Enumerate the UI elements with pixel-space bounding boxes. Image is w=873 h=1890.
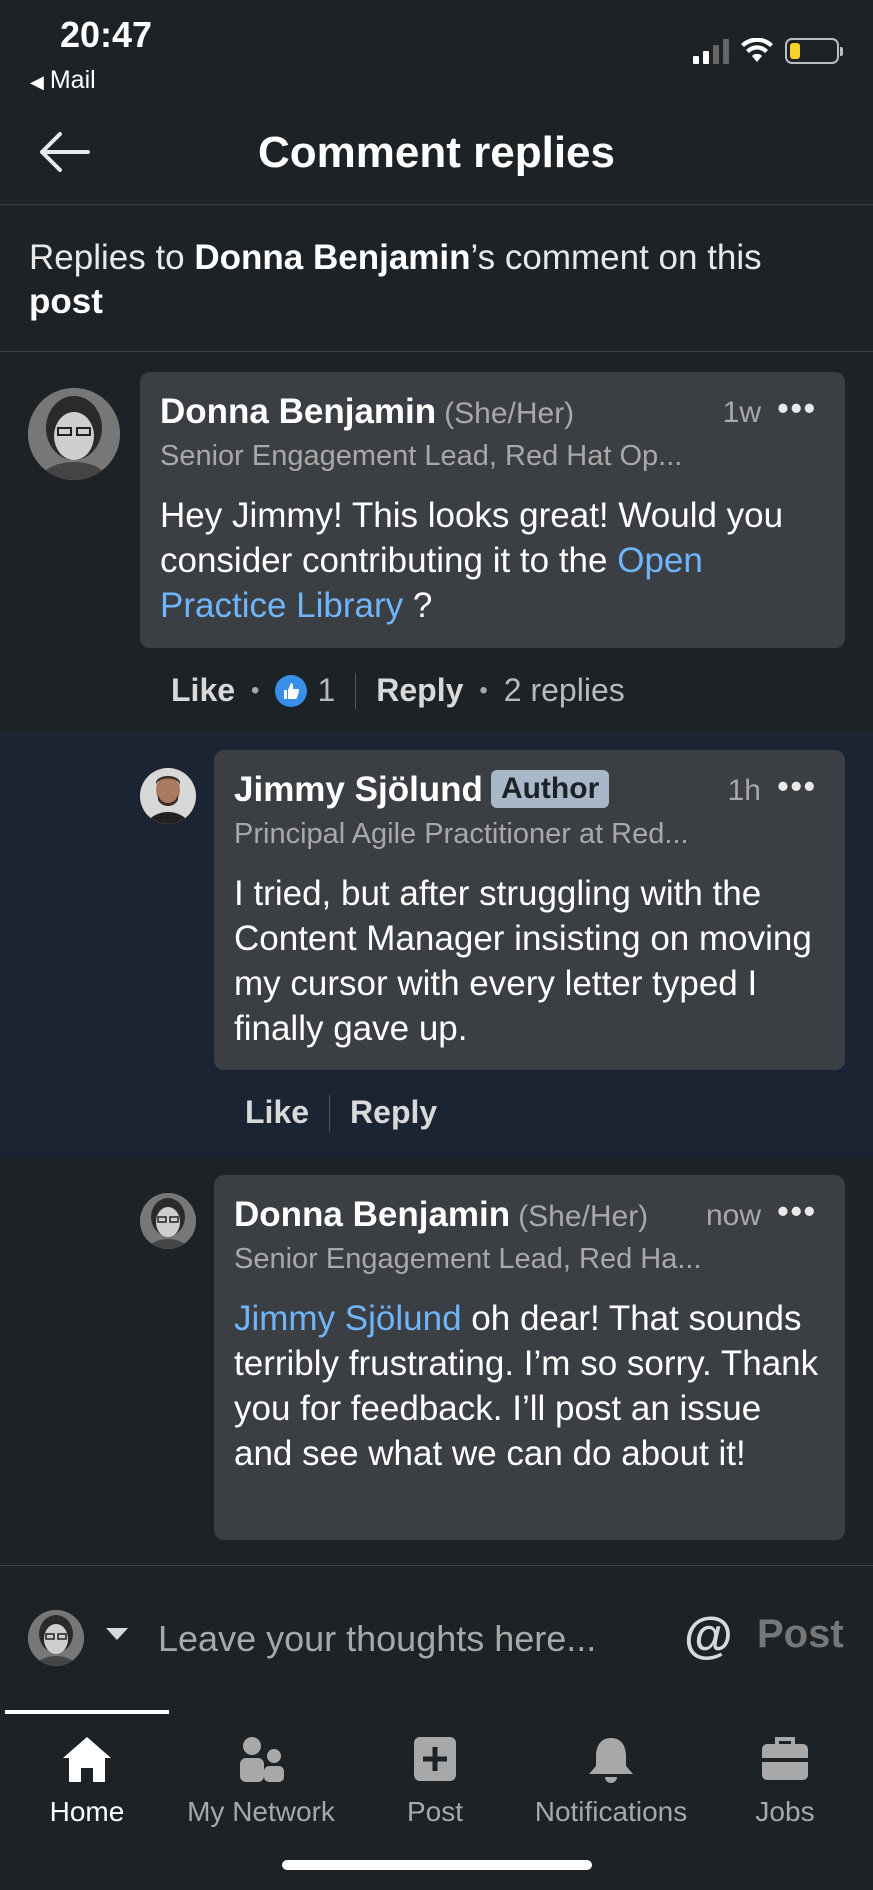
avatar[interactable] [140, 768, 196, 824]
comment-bubble[interactable]: Jimmy Sjölund Author 1h ••• Principal Agi… [214, 750, 845, 1070]
comment-composer: Leave your thoughts here... @ Post [0, 1565, 873, 1710]
comment-bubble[interactable]: Donna Benjamin (She/Her) now ••• Senior E… [214, 1175, 845, 1540]
divider [329, 1094, 331, 1131]
reply-jimmy: Jimmy Sjölund Author 1h ••• Principal Agi… [0, 732, 873, 1157]
mention-at-icon[interactable]: @ [684, 1606, 733, 1664]
like-reaction-icon[interactable] [275, 674, 308, 707]
battery-icon [785, 38, 843, 64]
comment-time: 1h [727, 774, 761, 807]
post-button[interactable]: Post [757, 1612, 844, 1657]
more-options-icon[interactable]: ••• [777, 390, 817, 427]
status-icons [693, 38, 843, 64]
back-app-label: Mail [49, 66, 96, 94]
comment-author-name[interactable]: Jimmy Sjölund [234, 770, 483, 809]
context-author[interactable]: Donna Benjamin [194, 238, 470, 277]
status-bar: 20:47 ◀ Mail [0, 0, 873, 100]
comment-bubble[interactable]: Donna Benjamin (She/Her) 1w ••• Senior En… [140, 372, 845, 648]
avatar-image [140, 768, 196, 824]
avatar-image [28, 388, 120, 480]
composer-avatar[interactable] [28, 1610, 84, 1666]
comment-pronoun: (She/Her) [444, 397, 575, 430]
home-indicator[interactable] [282, 1860, 592, 1870]
comment-text: Hey Jimmy! This looks great! Would you c… [160, 493, 825, 628]
more-options-icon[interactable]: ••• [777, 1193, 817, 1230]
home-icon [63, 1737, 111, 1782]
comment-headline: Senior Engagement Lead, Red Ha... [234, 1243, 702, 1275]
like-button[interactable]: Like [171, 672, 235, 709]
dot-separator: • [251, 676, 260, 704]
mention-link[interactable]: Jimmy Sjölund [234, 1299, 462, 1338]
context-middle: ’s comment on this [470, 238, 762, 277]
context-description: Replies to Donna Benjamin’s comment on t… [0, 206, 873, 352]
avatar[interactable] [28, 388, 120, 480]
replies-count[interactable]: 2 replies [504, 672, 625, 709]
more-options-icon[interactable]: ••• [777, 768, 817, 805]
tab-notifications[interactable]: Notifications [524, 1734, 698, 1828]
tab-my-network[interactable]: My Network [174, 1734, 348, 1828]
page-title: Comment replies [258, 128, 615, 177]
comment-actions: Like Reply [245, 1094, 437, 1131]
plus-square-icon [414, 1737, 456, 1781]
tab-label: Home [49, 1796, 125, 1827]
comment-actions: Like • 1 Reply • 2 replies [171, 672, 625, 709]
tab-jobs[interactable]: Jobs [698, 1734, 872, 1828]
comment-headline: Senior Engagement Lead, Red Hat Op... [160, 440, 683, 472]
comment-text: Jimmy Sjölund oh dear! That sounds terri… [234, 1296, 825, 1476]
comment-author-name[interactable]: Donna Benjamin [160, 392, 436, 431]
status-time: 20:47 [60, 14, 153, 55]
avatar-image [140, 1193, 196, 1249]
chevron-down-icon[interactable] [106, 1628, 128, 1640]
reply-button[interactable]: Reply [376, 672, 463, 709]
tab-label: Notifications [534, 1796, 688, 1827]
active-tab-indicator [5, 1710, 169, 1714]
avatar-image [28, 1610, 84, 1666]
back-to-app-link[interactable]: ◀ Mail [30, 66, 96, 95]
reply-donna: Donna Benjamin (She/Her) now ••• Senior E… [0, 1157, 873, 1565]
avatar[interactable] [140, 1193, 196, 1249]
back-triangle-icon: ◀ [30, 72, 44, 92]
tab-home[interactable]: Home [0, 1734, 174, 1828]
context-target[interactable]: post [29, 282, 103, 321]
header: Comment replies [0, 100, 873, 205]
tab-label: My Network [187, 1796, 335, 1827]
network-icon [240, 1737, 284, 1782]
comment-pronoun: (She/Her) [518, 1200, 649, 1233]
comment-text: I tried, but after struggling with the C… [234, 874, 812, 1048]
like-button[interactable]: Like [245, 1094, 309, 1131]
bell-icon [589, 1738, 633, 1783]
comment-author-name[interactable]: Donna Benjamin [234, 1195, 510, 1234]
reply-button[interactable]: Reply [350, 1094, 437, 1131]
divider [355, 672, 357, 709]
comment-text-tail: ? [403, 586, 433, 625]
briefcase-icon [762, 1737, 808, 1780]
wifi-icon [741, 38, 773, 62]
dot-separator: • [479, 676, 488, 704]
tab-post[interactable]: Post [348, 1734, 522, 1828]
signal-icon [693, 38, 729, 64]
tab-label: Jobs [755, 1796, 815, 1827]
context-prefix: Replies to [29, 238, 195, 277]
comment-top: Donna Benjamin (She/Her) 1w ••• Senior En… [0, 352, 873, 732]
reaction-count[interactable]: 1 [317, 672, 335, 709]
author-badge: Author [490, 770, 610, 808]
comment-time: 1w [722, 396, 761, 429]
comment-input[interactable]: Leave your thoughts here... [158, 1618, 596, 1660]
tab-label: Post [406, 1796, 464, 1827]
comment-time: now [705, 1199, 761, 1232]
comment-headline: Principal Agile Practitioner at Red... [234, 818, 689, 850]
